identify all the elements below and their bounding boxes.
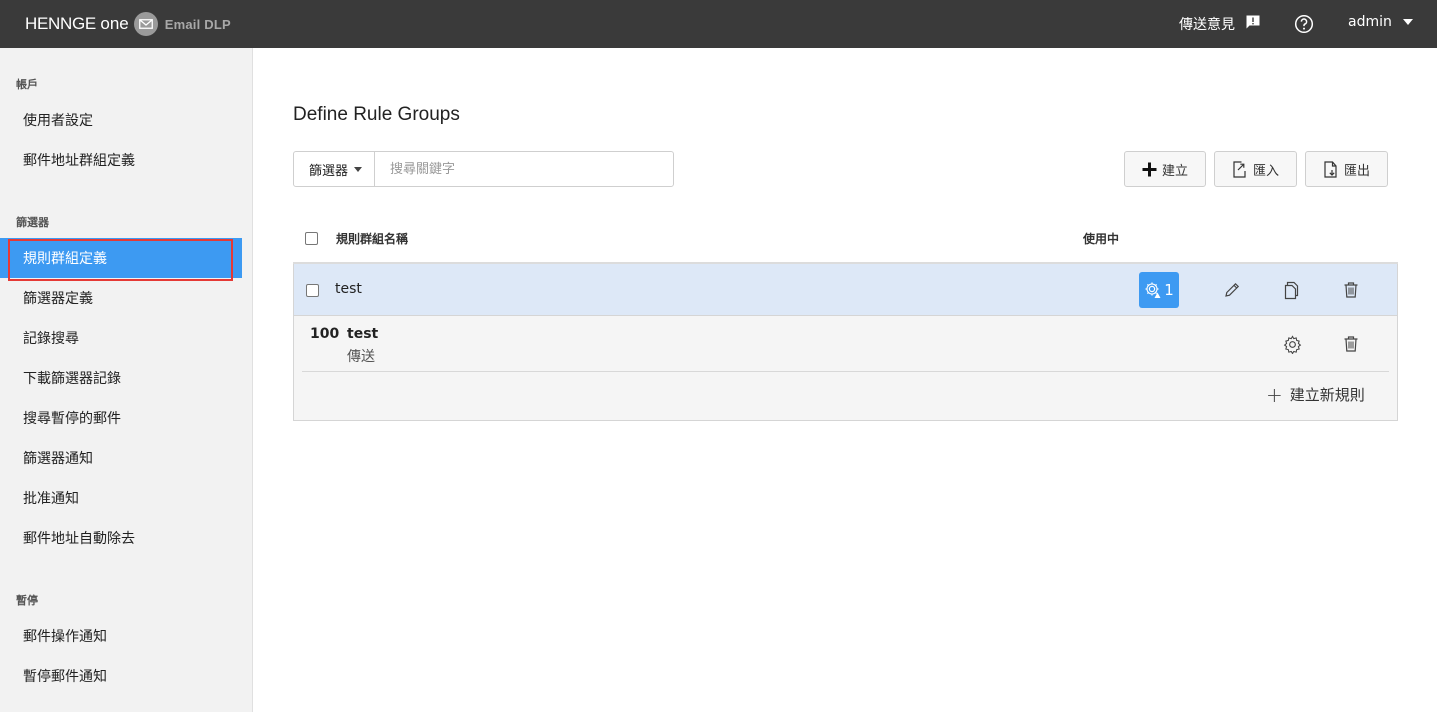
add-rule-label: 建立新規則	[1289, 386, 1365, 404]
mail-icon	[133, 12, 158, 36]
search-bar: 篩選器	[293, 151, 674, 187]
sidebar-item-user-settings[interactable]: 使用者設定	[0, 100, 242, 140]
feedback-button[interactable]: 傳送意見	[1179, 14, 1261, 34]
column-header-active: 使用中	[1083, 232, 1120, 246]
feedback-icon	[1245, 14, 1261, 34]
sidebar-item-download-logs[interactable]: 下載篩選器記錄	[0, 358, 242, 398]
sidebar-item-held-mail-notifications[interactable]: 暫停郵件通知	[0, 656, 242, 696]
chevron-down-icon	[1402, 19, 1413, 25]
copy-icon[interactable]	[1281, 279, 1303, 301]
user-menu[interactable]: admin	[1348, 14, 1413, 30]
feedback-label: 傳送意見	[1179, 17, 1235, 33]
export-button[interactable]: 匯出	[1305, 151, 1388, 187]
export-icon	[1324, 160, 1337, 178]
select-all-checkbox[interactable]	[305, 232, 318, 245]
sidebar-item-approval-notifications[interactable]: 批准通知	[0, 478, 242, 518]
sidebar: 帳戶 使用者設定 郵件地址群組定義 篩選器 規則群組定義 篩選器定義 記錄搜尋 …	[0, 48, 253, 712]
sidebar-item-auto-remove-addresses[interactable]: 郵件地址自動除去	[0, 518, 242, 558]
column-header-name: 規則群組名稱	[336, 232, 409, 246]
help-icon[interactable]	[1294, 14, 1314, 34]
sidebar-item-rule-groups[interactable]: 規則群組定義	[0, 238, 242, 281]
filter-select[interactable]: 篩選器	[294, 152, 375, 186]
import-icon	[1233, 160, 1246, 178]
brand-logo[interactable]: HENNGE one Email DLP	[25, 12, 231, 36]
rule-group-name: test	[335, 281, 362, 297]
import-button-label: 匯入	[1252, 163, 1279, 179]
trash-icon[interactable]	[1340, 279, 1362, 301]
search-input[interactable]	[375, 152, 673, 186]
gear-icon[interactable]	[1281, 333, 1303, 355]
rule-action: 傳送	[347, 349, 375, 365]
trash-icon[interactable]	[1340, 333, 1362, 355]
user-name: admin	[1348, 14, 1392, 30]
table-row[interactable]: test 1	[293, 264, 1398, 316]
chevron-down-icon	[354, 166, 363, 172]
row-checkbox[interactable]	[306, 284, 319, 297]
import-button[interactable]: 匯入	[1214, 151, 1297, 187]
sidebar-item-address-groups[interactable]: 郵件地址群組定義	[0, 140, 242, 180]
rule-priority: 100	[310, 326, 340, 342]
divider	[302, 371, 1389, 372]
rule-name[interactable]: test	[347, 326, 378, 342]
sidebar-item-filter-definitions[interactable]: 篩選器定義	[0, 278, 242, 318]
add-rule-button[interactable]: + 建立新規則	[1266, 384, 1365, 405]
sidebar-item-search-held-mail[interactable]: 搜尋暫停的郵件	[0, 398, 242, 438]
table-header: 規則群組名稱 使用中	[293, 212, 1398, 264]
filter-select-label: 篩選器	[309, 163, 349, 179]
plus-icon: +	[1266, 382, 1283, 407]
edit-icon[interactable]	[1221, 279, 1243, 301]
page-title: Define Rule Groups	[293, 104, 460, 125]
rules-panel: 100 test 傳送 + 建立新規則	[293, 316, 1398, 421]
sidebar-item-filter-notifications[interactable]: 篩選器通知	[0, 438, 242, 478]
product-name: Email DLP	[164, 16, 231, 32]
create-button[interactable]: 建立	[1124, 151, 1206, 187]
sidebar-item-log-search[interactable]: 記錄搜尋	[0, 318, 242, 358]
sidebar-section-account: 帳戶	[16, 78, 38, 91]
plus-icon	[1142, 162, 1157, 176]
export-button-label: 匯出	[1343, 163, 1370, 179]
sidebar-item-mail-action-notifications[interactable]: 郵件操作通知	[0, 616, 242, 656]
sidebar-section-hold: 暫停	[16, 594, 38, 607]
top-bar: HENNGE one Email DLP 傳送意見 admin	[0, 0, 1437, 48]
create-button-label: 建立	[1161, 163, 1188, 179]
sidebar-section-filters: 篩選器	[16, 216, 49, 229]
gear-user-icon	[1145, 282, 1161, 298]
active-rules-count: 1	[1164, 281, 1174, 299]
brand-name: HENNGE one	[25, 14, 129, 33]
active-rules-badge[interactable]: 1	[1139, 272, 1179, 308]
